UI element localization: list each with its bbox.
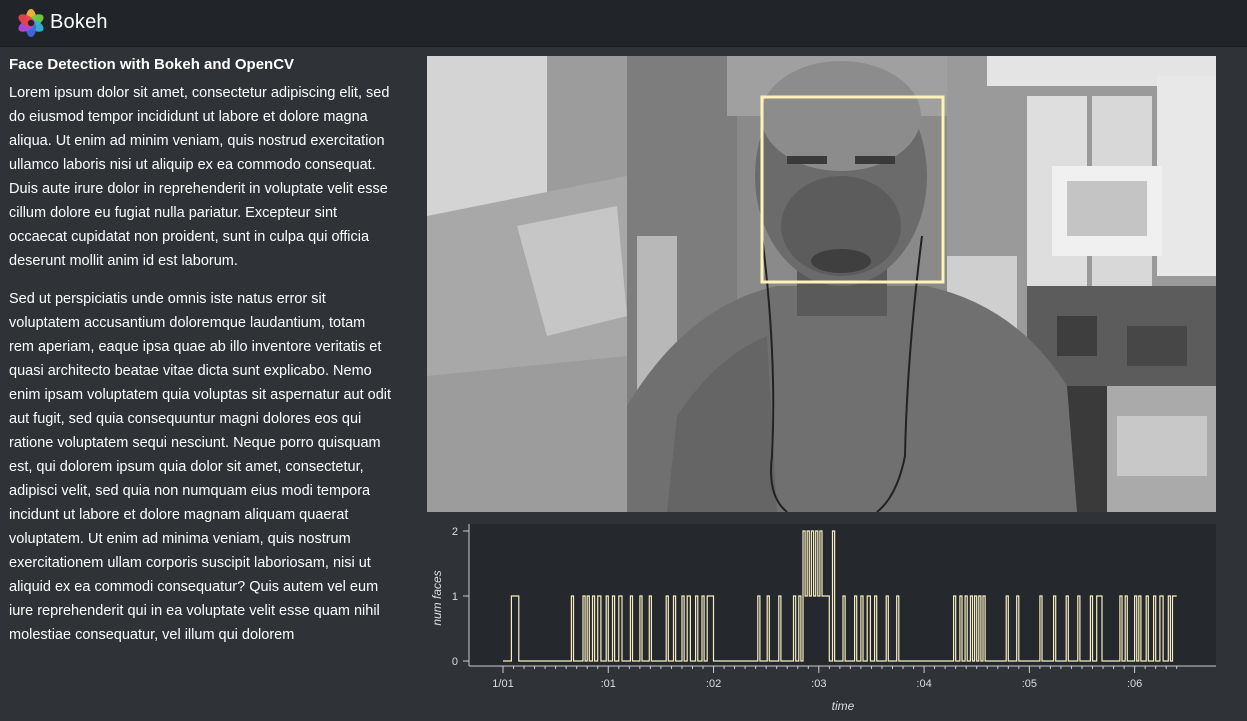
bokeh-logo-icon[interactable] [17,9,45,37]
faces-timeseries-chart[interactable]: 0 1 2 1/01 :01 :02 :03 :04 :05 :06 num faces tim… [427,518,1216,718]
page-title: Face Detection with Bokeh and OpenCV [9,56,295,73]
x-tick-label: :06 [1127,678,1142,690]
webcam-frame-image [427,56,1216,512]
y-axis-label: num faces [430,570,444,625]
description-panel: Face Detection with Bokeh and OpenCV Lor… [9,55,394,657]
x-tick-label: :01 [601,678,616,690]
webcam-video-feed [427,56,1216,512]
x-tick-label: :02 [706,678,721,690]
description-paragraph-1: Lorem ipsum dolor sit amet, consectetur … [9,85,390,269]
description-paragraph-2: Sed ut perspiciatis unde omnis iste natu… [9,291,392,643]
x-tick-label: 1/01 [492,678,513,690]
y-tick-label: 0 [452,656,458,668]
brand-name[interactable]: Bokeh [50,11,108,34]
x-axis-label: time [832,699,855,713]
chart-svg: 0 1 2 1/01 :01 :02 :03 :04 :05 :06 num faces tim… [427,518,1216,718]
y-tick-label: 2 [452,526,458,538]
x-tick-label: :03 [811,678,826,690]
x-tick-label: :04 [916,678,931,690]
y-tick-label: 1 [452,591,458,603]
x-tick-label: :05 [1022,678,1037,690]
top-navbar: Bokeh [0,0,1247,47]
